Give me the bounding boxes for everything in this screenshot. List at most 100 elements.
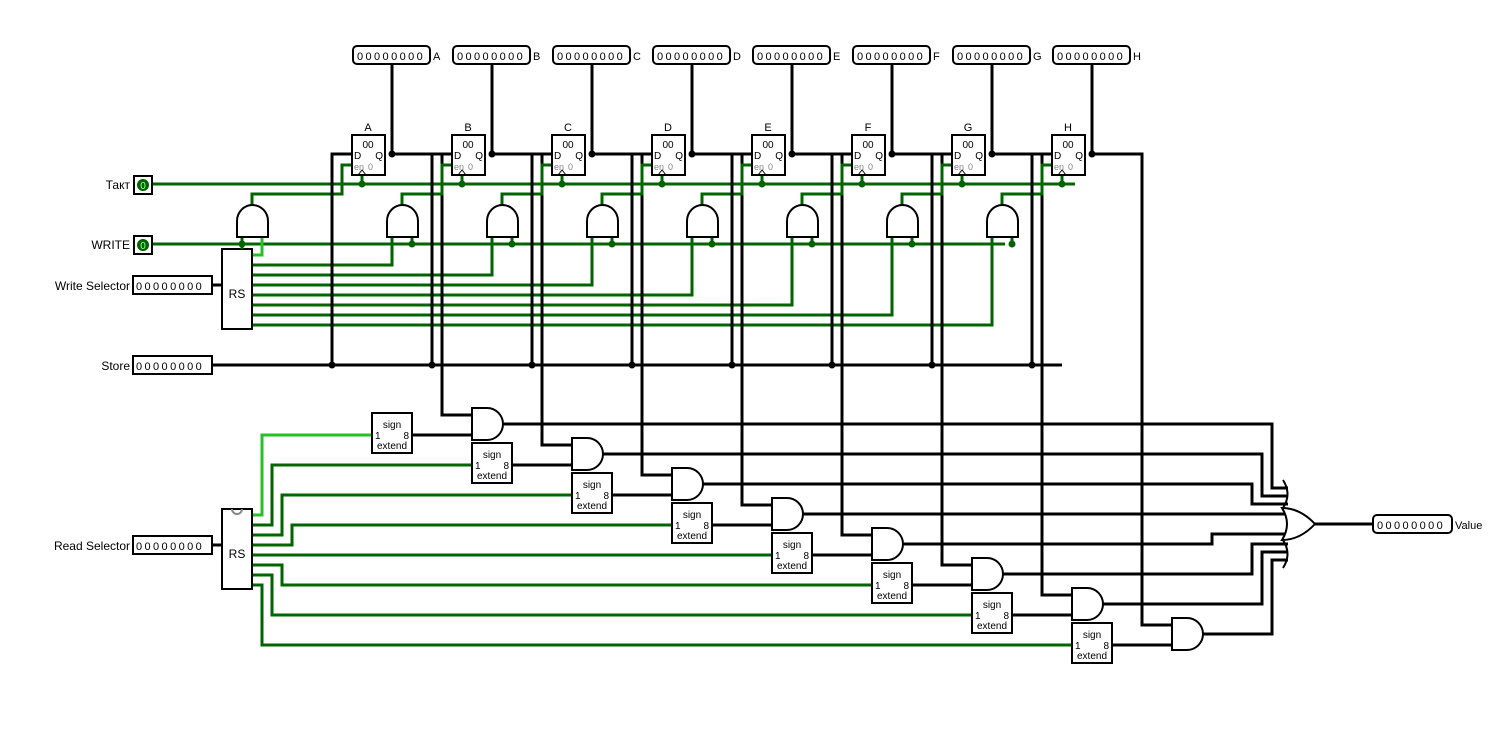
probe-value: 00000000 [957, 51, 1025, 63]
register-pin-d: D [754, 151, 761, 162]
register-pin-zero: 0 [1068, 162, 1073, 172]
read-decoder-out-2 [252, 493, 572, 537]
sign-extend-4: sign1 8extend [771, 532, 813, 574]
and-out-4 [903, 532, 1288, 546]
value-probe-label: Value [1455, 520, 1482, 532]
junction-dot [408, 240, 416, 248]
clock-input[interactable]: 0 [133, 175, 153, 195]
read-selector-input-value: 00000000 [136, 541, 204, 553]
sign-extend-bottom: extend [477, 471, 507, 482]
junction-dot [988, 150, 996, 158]
probe-label: C [633, 51, 641, 63]
sign-extend-bottom: extend [377, 441, 407, 452]
register-pin-q: Q [975, 151, 983, 162]
register-name: B [464, 122, 471, 134]
clock-label: Такт [106, 178, 131, 192]
probe-label: D [733, 51, 741, 63]
register-G[interactable]: G00D Qen 0 [951, 122, 986, 176]
junction-dot [958, 180, 966, 188]
write-input[interactable]: 0 [133, 235, 153, 255]
junction-dot [328, 361, 336, 369]
register-pin-zero: 0 [468, 162, 473, 172]
junction-dot [1088, 150, 1096, 158]
write-decoder-out-0 [252, 237, 264, 257]
and-out-5 [1003, 542, 1288, 576]
junction-dot [1008, 240, 1016, 248]
junction-dot [508, 240, 516, 248]
read-decoder-label: RS [229, 547, 246, 561]
register-probe-H: 00000000 H [1052, 45, 1141, 65]
sign-extend-bottom: extend [1077, 651, 1107, 662]
sign-extend-top: sign [983, 600, 1001, 611]
register-B[interactable]: B00D Qen 0 [451, 122, 486, 176]
register-probe-A: 00000000 A [352, 45, 441, 65]
junction-dot [528, 361, 536, 369]
sign-extend-top: sign [1083, 630, 1101, 641]
junction-dot [658, 180, 666, 188]
read-and-gate-A [471, 407, 504, 441]
register-probe-C: 00000000 C [552, 45, 641, 65]
read-and-gate-H [1171, 617, 1204, 651]
register-pin-q: Q [475, 151, 483, 162]
write-and-gate-F [786, 204, 819, 238]
register-name: G [964, 122, 973, 134]
sign-extend-6: sign1 8extend [971, 592, 1013, 634]
register-pin-d: D [554, 151, 561, 162]
write-selector-input-value: 00000000 [136, 281, 204, 293]
store-input-value: 00000000 [136, 361, 204, 373]
sign-extend-7: sign1 8extend [1071, 622, 1113, 664]
register-F[interactable]: F00D Qen 0 [851, 122, 886, 176]
register-value: 00 [862, 140, 874, 151]
register-probe-E: 00000000 E [752, 45, 840, 65]
store-input[interactable]: 00000000 [132, 355, 213, 375]
read-and-gate-G [1071, 587, 1104, 621]
junction-dot [488, 150, 496, 158]
probe-value: 00000000 [757, 51, 825, 63]
register-pin-q: Q [1075, 151, 1083, 162]
junction-dot [808, 240, 816, 248]
read-selector-input[interactable]: 00000000 [132, 535, 213, 555]
register-pin-d: D [354, 151, 361, 162]
write-and-gate-D [586, 204, 619, 238]
register-pin-zero: 0 [368, 162, 373, 172]
register-pin-q: Q [775, 151, 783, 162]
register-probe-G: 00000000 G [952, 45, 1042, 65]
value-probe-value: 00000000 [1377, 520, 1445, 532]
register-E[interactable]: E00D Qen 0 [751, 122, 786, 176]
junction-dot [788, 150, 796, 158]
register-H[interactable]: H00D Qen 0 [1051, 122, 1086, 176]
register-name: H [1064, 122, 1072, 134]
register-pin-q: Q [575, 151, 583, 162]
junction-dot [608, 240, 616, 248]
register-value: 00 [1062, 140, 1074, 151]
sign-extend-top: sign [583, 480, 601, 491]
junction-dot [928, 361, 936, 369]
or-gate [1280, 506, 1317, 542]
circuit-canvas[interactable]: Такт 0WRITE 0Write Selector 00000000Store 00… [0, 0, 1504, 737]
register-name: A [364, 122, 372, 134]
probe-label: G [1033, 51, 1042, 63]
sign-extend-3: sign1 8extend [671, 502, 713, 544]
junction-dot [708, 240, 716, 248]
register-value: 00 [962, 140, 974, 151]
write-selector-input[interactable]: 00000000 [132, 275, 213, 295]
probe-label: F [933, 51, 940, 63]
register-C[interactable]: C00D Qen 0 [551, 122, 586, 176]
register-pin-zero: 0 [668, 162, 673, 172]
register-pin-d: D [454, 151, 461, 162]
register-probe-F: 00000000 F [852, 45, 940, 65]
write-and-gate-C [486, 204, 519, 238]
register-value: 00 [362, 140, 374, 151]
junction-dot [688, 150, 696, 158]
register-A[interactable]: A00D Qen 0 [351, 122, 386, 176]
register-D[interactable]: D00D Qen 0 [651, 122, 686, 176]
junction-dot [908, 240, 916, 248]
read-decoder-out-3 [252, 523, 672, 547]
probe-label: H [1133, 51, 1141, 63]
register-pin-d: D [1054, 151, 1061, 162]
write-and-gate-H [986, 204, 1019, 238]
register-value: 00 [562, 140, 574, 151]
junction-dot [588, 150, 596, 158]
register-name: D [664, 122, 672, 134]
register-name: F [865, 122, 872, 134]
